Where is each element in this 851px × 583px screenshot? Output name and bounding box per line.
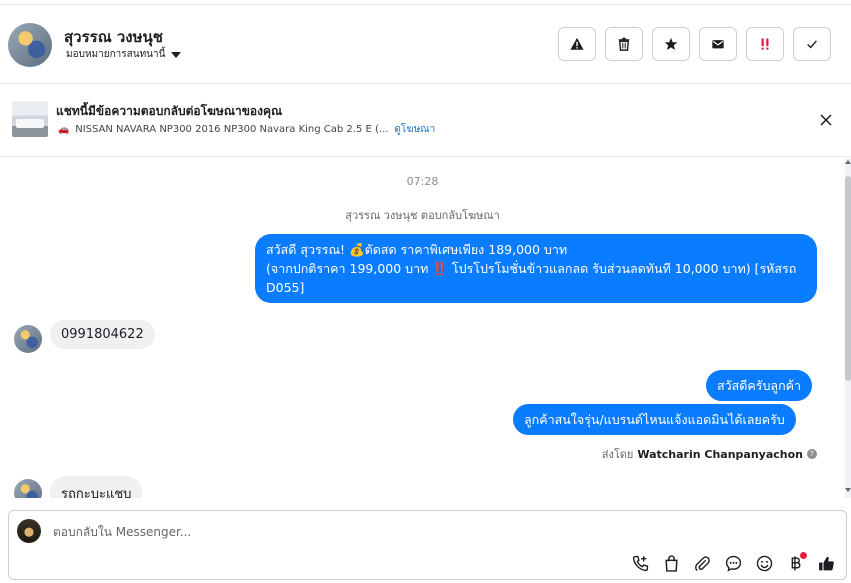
sender-name: Watcharin Chanpanyachon: [637, 447, 803, 461]
close-icon: [820, 114, 832, 126]
scroll-down-arrow-icon[interactable]: [845, 488, 851, 492]
thumbs-up-icon: [819, 556, 834, 571]
phone-add-icon: [632, 555, 649, 572]
sent-by-prefix: ส่งโดย: [601, 448, 634, 461]
outgoing-message[interactable]: ลูกค้าสนใจรุ่น/แบรนด์ไหนแจ้งแอดมินได้เลย…: [513, 404, 796, 435]
ad-banner-subtitle: 🚗 NISSAN NAVARA NP300 2016 NP300 Navara …: [58, 122, 435, 137]
outgoing-message[interactable]: สวัสดี สุวรรณ! 💰ตัดสด ราคาพิเศษเพียง 189…: [255, 234, 817, 303]
assign-conversation-dropdown[interactable]: มอบหมายการสนทนานี้: [66, 47, 182, 62]
mail-icon: [712, 40, 724, 49]
reply-input[interactable]: [53, 523, 753, 541]
scroll-up-arrow-icon[interactable]: [845, 160, 851, 164]
sent-by-label: ส่งโดย Watcharin Chanpanyachon ?: [602, 445, 817, 463]
page-avatar: [17, 519, 41, 543]
payment-button[interactable]: [786, 552, 807, 573]
timestamp: 07:28: [406, 175, 439, 188]
delete-button[interactable]: [605, 27, 643, 61]
contact-avatar-small: [14, 325, 42, 353]
saved-replies-button[interactable]: [724, 554, 743, 573]
contact-name[interactable]: สุวรรณ วงษนุช: [64, 25, 163, 49]
check-icon: [807, 40, 817, 49]
like-button[interactable]: [817, 554, 836, 573]
composer-toolbar: [631, 552, 836, 573]
star-icon: [664, 37, 678, 50]
header-actions: [558, 27, 831, 61]
incoming-message[interactable]: รถกะบะแชบ: [50, 476, 143, 498]
call-button[interactable]: [631, 554, 650, 573]
bag-icon: [665, 555, 678, 572]
message-line: สวัสดี สุวรรณ! 💰ตัดสด ราคาพิเศษเพียง 189…: [266, 242, 568, 257]
ad-banner-title: แชทนี้มีข้อความตอบกลับต่อโฆษณาของคุณ: [56, 104, 283, 118]
message-line: (จากปกติราคา 199,000 บาท ‼️ โปรโปรโมชั่น…: [266, 261, 797, 295]
assign-label: มอบหมายการสนทนานี้: [66, 49, 166, 60]
emoji-button[interactable]: [755, 554, 774, 573]
info-icon[interactable]: ?: [807, 449, 817, 459]
outgoing-message[interactable]: สวัสดีครับลูกค้า: [706, 370, 813, 401]
shop-button[interactable]: [662, 554, 681, 573]
star-button[interactable]: [652, 27, 690, 61]
notification-dot: [800, 552, 807, 559]
ad-reply-banner: แชทนี้มีข้อความตอบกลับต่อโฆษณาของคุณ 🚗 N…: [0, 85, 851, 157]
caret-down-icon: [171, 52, 182, 58]
car-icon: 🚗: [58, 124, 70, 135]
ad-thumbnail[interactable]: [12, 101, 48, 137]
mark-unread-button[interactable]: [699, 27, 737, 61]
follow-up-button[interactable]: [746, 27, 784, 61]
smiley-icon: [756, 555, 773, 572]
scrollbar-thumb[interactable]: [845, 176, 851, 381]
double-exclamation-icon: [761, 38, 769, 50]
view-ad-link[interactable]: ดูโฆษณา: [394, 122, 435, 137]
message-thread[interactable]: 07:28 สุวรรณ วงษนุช ตอบกลับโฆษณา สวัสดี …: [0, 158, 845, 498]
warning-icon: [570, 37, 584, 50]
system-note: สุวรรณ วงษนุช ตอบกลับโฆษณา: [345, 209, 500, 222]
contact-avatar[interactable]: [8, 23, 52, 67]
done-button[interactable]: [793, 27, 831, 61]
contact-avatar-small: [14, 479, 42, 498]
close-banner-button[interactable]: [817, 111, 835, 129]
attach-button[interactable]: [693, 554, 712, 573]
reply-composer: [8, 510, 847, 580]
incoming-message[interactable]: 0991804622: [50, 320, 155, 349]
conversation-header: สุวรรณ วงษนุช มอบหมายการสนทนานี้: [0, 5, 851, 84]
chat-bubble-icon: [725, 555, 742, 572]
trash-icon: [618, 37, 630, 51]
paperclip-icon: [695, 556, 710, 572]
ad-description: NISSAN NAVARA NP300 2016 NP300 Navara Ki…: [75, 124, 389, 135]
spam-button[interactable]: [558, 27, 596, 61]
